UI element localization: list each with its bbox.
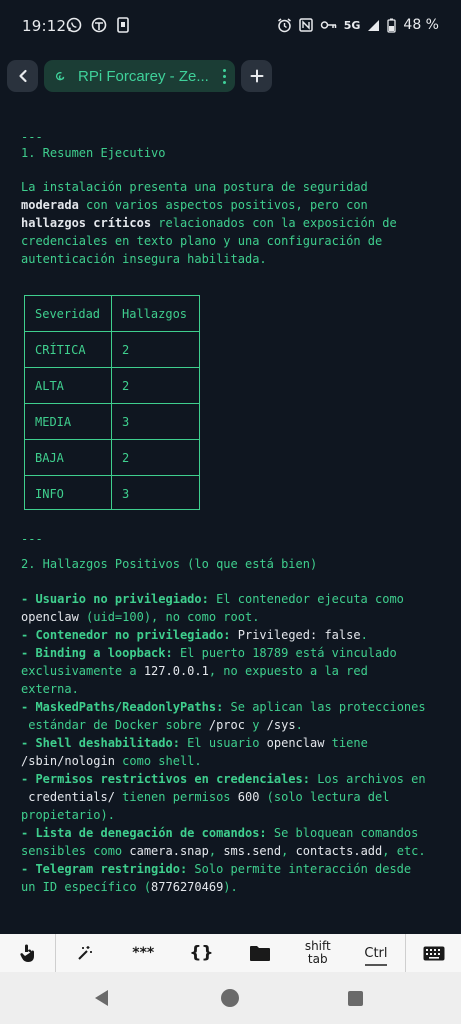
nav-back-icon[interactable] xyxy=(95,990,108,1006)
tab-menu-icon[interactable] xyxy=(223,69,226,84)
table-cell: MEDIA xyxy=(35,415,72,429)
keyboard-icon xyxy=(423,946,445,960)
paragraph-line: credenciales en texto plano y una config… xyxy=(21,234,383,248)
table-cell: ALTA xyxy=(35,379,64,393)
whatsapp-icon xyxy=(66,17,82,33)
table-header: Hallazgos xyxy=(122,307,188,321)
list-item: propietario). xyxy=(21,808,115,822)
list-item: - Permisos restrictivos en credenciales:… xyxy=(21,772,426,786)
extra-keys-toolbar: *** {} shift tab Ctrl xyxy=(0,934,461,972)
tab-label: tab xyxy=(307,952,328,966)
notification-icons xyxy=(66,17,130,33)
battery-icon xyxy=(387,18,397,33)
list-item: - Contenedor no privilegiado: Privileged… xyxy=(21,628,368,642)
status-time: 19:12 xyxy=(22,17,67,35)
table-cell: 2 xyxy=(122,343,130,357)
list-item: - Shell deshabilitado: El usuario opencl… xyxy=(21,736,368,750)
separator: --- xyxy=(21,532,43,546)
list-item: - Lista de denegación de comandos: Se bl… xyxy=(21,826,419,840)
list-item: externa. xyxy=(21,682,79,696)
list-item: credentials/ tienen permisos 600 (solo l… xyxy=(21,790,390,804)
severity-table: Severidad Hallazgos CRÍTICA 2 ALTA 2 MED… xyxy=(24,295,200,510)
alarm-icon xyxy=(277,17,291,32)
paragraph-line: autenticación insegura habilitada. xyxy=(21,252,267,266)
signal-app-icon xyxy=(91,17,107,33)
table-header: Severidad xyxy=(35,307,101,321)
system-icons: 5G 48 % xyxy=(277,17,439,33)
chevron-left-icon xyxy=(18,69,27,83)
nav-home-icon[interactable] xyxy=(221,989,239,1007)
ctrl-label: Ctrl xyxy=(364,945,388,961)
nfc-icon xyxy=(298,18,313,32)
app-header: RPi Forcarey - Ze... xyxy=(0,60,461,94)
nav-recents-icon[interactable] xyxy=(348,991,363,1006)
network-type: 5G xyxy=(343,18,361,32)
section-heading: 2. Hallazgos Positivos (lo que está bien… xyxy=(21,557,318,571)
shift-tab-button[interactable]: shift tab xyxy=(289,934,347,972)
list-item: exclusivamente a 127.0.0.1, no expuesto … xyxy=(21,664,368,678)
system-nav-bar xyxy=(0,972,461,1024)
table-cell: CRÍTICA xyxy=(35,343,86,357)
list-item: un ID específico (8776270469). xyxy=(21,880,238,894)
status-bar: 19:12 5G 48 % xyxy=(0,0,461,54)
braces-button[interactable]: {} xyxy=(172,934,230,972)
ctrl-button[interactable]: Ctrl xyxy=(347,934,405,972)
table-cell: INFO xyxy=(35,487,64,501)
list-item: - Usuario no privilegiado: El contenedor… xyxy=(21,592,404,606)
list-item: - Telegram restringido: Solo permite int… xyxy=(21,862,412,876)
table-cell: BAJA xyxy=(35,451,64,465)
table-cell: 3 xyxy=(122,415,130,429)
list-item: - MaskedPaths/ReadonlyPaths: Se aplican … xyxy=(21,700,426,714)
table-cell: 2 xyxy=(122,451,130,465)
table-cell: 3 xyxy=(122,487,130,501)
back-button[interactable] xyxy=(7,60,38,92)
plus-icon xyxy=(250,69,263,83)
keyboard-button[interactable] xyxy=(406,934,461,972)
list-item: estándar de Docker sobre /proc y /sys. xyxy=(21,718,303,732)
magic-wand-icon xyxy=(78,946,93,960)
paragraph-line: moderada con varios aspectos positivos, … xyxy=(21,198,368,212)
list-item: - Binding a loopback: El puerto 18789 es… xyxy=(21,646,397,660)
touch-hand-icon xyxy=(19,944,34,962)
list-item: /sbin/nologin como shell. xyxy=(21,754,202,768)
paragraph-line: hallazgos críticos relacionados con la e… xyxy=(21,216,397,230)
cell-signal-icon xyxy=(368,19,380,31)
tab-title: RPi Forcarey - Ze... xyxy=(78,67,209,85)
section-heading: 1. Resumen Ejecutivo xyxy=(21,146,166,160)
paragraph-line: La instalación presenta una postura de s… xyxy=(21,180,368,194)
touch-mode-button[interactable] xyxy=(0,934,55,972)
list-item: sensibles como camera.snap, sms.send, co… xyxy=(21,844,426,858)
debian-swirl-icon xyxy=(56,72,65,81)
vpn-key-icon xyxy=(320,21,336,29)
folder-icon xyxy=(249,945,270,961)
sim-icon xyxy=(117,17,129,33)
list-item: openclaw (uid=100), no como root. xyxy=(21,610,260,624)
magic-wand-button[interactable] xyxy=(56,934,114,972)
battery-percent: 48 % xyxy=(403,17,439,33)
password-button[interactable]: *** xyxy=(114,934,172,972)
folder-button[interactable] xyxy=(231,934,289,972)
table-cell: 2 xyxy=(122,379,130,393)
new-tab-button[interactable] xyxy=(241,60,272,92)
session-tab[interactable]: RPi Forcarey - Ze... xyxy=(44,60,235,92)
